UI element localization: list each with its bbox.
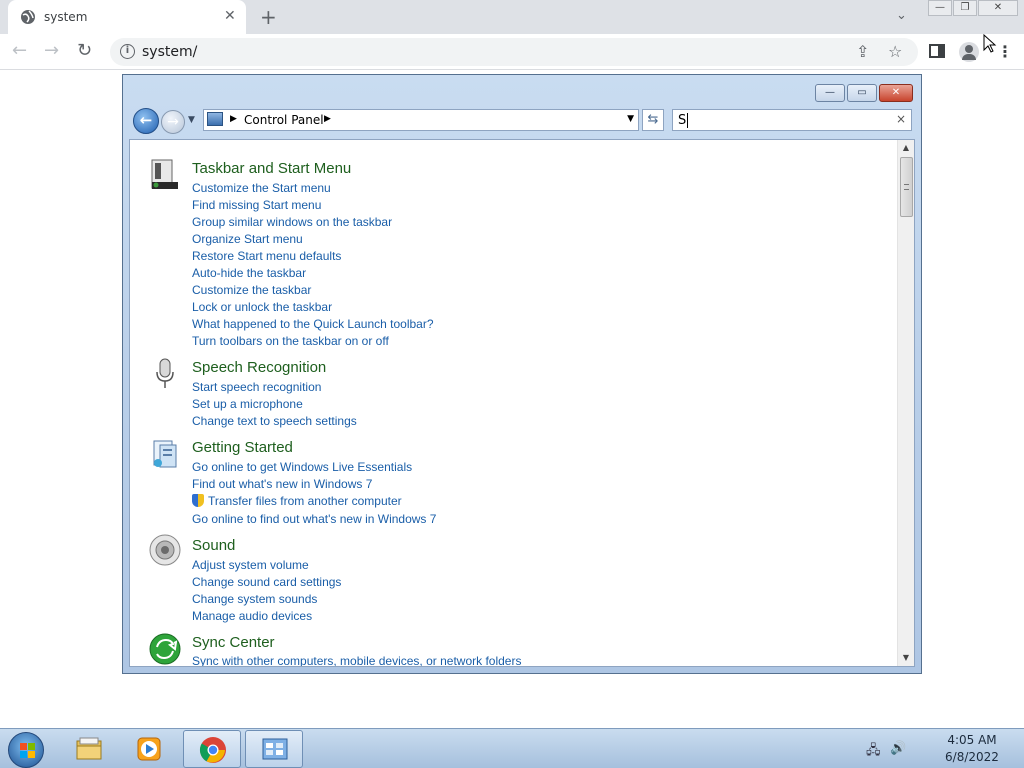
url-text: system/: [142, 44, 198, 60]
search-input-value: S: [678, 113, 687, 128]
search-clear-icon[interactable]: ×: [896, 112, 906, 126]
result-link[interactable]: Find missing Start menu: [192, 198, 321, 212]
breadcrumb-arrow-icon[interactable]: ▶: [230, 114, 237, 124]
more-menu-icon[interactable]: ⋮: [997, 42, 1013, 61]
result-link[interactable]: Change sound card settings: [192, 575, 341, 589]
network-icon[interactable]: 🖧: [866, 741, 881, 763]
window-minimize-button[interactable]: —: [928, 0, 952, 16]
control-panel-window: — ▭ ✕ ← → ▼ ▶ Control Panel ▶ ▼ ⇆ S × Ta…: [122, 74, 922, 674]
group-title[interactable]: Sound: [192, 537, 235, 554]
start-button[interactable]: [8, 732, 44, 768]
control-panel-icon: [262, 738, 288, 760]
group-title[interactable]: Speech Recognition: [192, 359, 326, 376]
result-link[interactable]: Manage audio devices: [192, 609, 312, 623]
tab-title: system: [44, 10, 88, 24]
globe-icon: [21, 10, 35, 24]
result-link-uac[interactable]: Transfer files from another computer: [192, 494, 402, 508]
sync-icon: [149, 633, 181, 665]
share-icon[interactable]: ⇪: [856, 42, 869, 61]
microphone-icon: [156, 358, 174, 388]
cp-close-button[interactable]: ✕: [879, 84, 913, 102]
result-link[interactable]: Set up a microphone: [192, 397, 303, 411]
group-title[interactable]: Getting Started: [192, 439, 293, 456]
result-link[interactable]: Start speech recognition: [192, 380, 321, 394]
control-panel-search-input[interactable]: S ×: [672, 109, 912, 131]
reload-icon[interactable]: ↻: [77, 40, 92, 61]
result-link[interactable]: Lock or unlock the taskbar: [192, 300, 332, 314]
cp-minimize-button[interactable]: —: [815, 84, 845, 102]
result-link[interactable]: Auto-hide the taskbar: [192, 266, 306, 280]
media-player-icon: [137, 737, 161, 761]
result-link[interactable]: Group similar windows on the taskbar: [192, 215, 392, 229]
clock-time[interactable]: 4:05 AM: [940, 733, 1004, 747]
result-link[interactable]: Restore Start menu defaults: [192, 249, 341, 263]
getting-started-icon: [153, 440, 177, 468]
taskbar-explorer-button[interactable]: [60, 730, 118, 768]
new-tab-button[interactable]: +: [260, 5, 277, 29]
breadcrumb-control-panel[interactable]: Control Panel: [244, 113, 324, 127]
browser-tab[interactable]: system ✕: [8, 0, 246, 34]
chrome-icon: [199, 737, 226, 763]
forward-arrow-icon[interactable]: →: [44, 40, 59, 61]
address-dropdown-icon[interactable]: ▼: [627, 114, 634, 124]
taskbar-icon: [151, 159, 178, 189]
result-link[interactable]: Turn toolbars on the taskbar on or off: [192, 334, 389, 348]
result-link[interactable]: Find out what's new in Windows 7: [192, 477, 372, 491]
result-link[interactable]: Adjust system volume: [192, 558, 309, 572]
result-link[interactable]: Change text to speech settings: [192, 414, 357, 428]
tab-close-icon[interactable]: ✕: [224, 8, 236, 24]
explorer-folder-icon: [76, 737, 102, 760]
explorer-back-button[interactable]: ←: [133, 108, 159, 134]
result-link[interactable]: Go online to get Windows Live Essentials: [192, 460, 412, 474]
back-arrow-icon[interactable]: ←: [12, 40, 27, 61]
group-title[interactable]: Taskbar and Start Menu: [192, 160, 351, 177]
result-link[interactable]: Organize Start menu: [192, 232, 303, 246]
clock-date[interactable]: 6/8/2022: [940, 750, 1004, 764]
tab-search-chevron-icon[interactable]: ⌄: [896, 8, 907, 23]
result-link[interactable]: What happened to the Quick Launch toolba…: [192, 317, 434, 331]
browser-toolbar: ← → ↻ i system/ ⇪ ☆ ⋮: [0, 34, 1024, 70]
address-bar[interactable]: i system/ ⇪ ☆: [110, 38, 918, 66]
group-title[interactable]: Sync Center: [192, 634, 275, 651]
results-scrollbar[interactable]: ▲ ▼: [897, 140, 914, 666]
speaker-icon: [149, 534, 181, 566]
taskbar-chrome-button[interactable]: [183, 730, 241, 768]
breadcrumb-arrow-icon[interactable]: ▶: [324, 114, 331, 124]
result-link[interactable]: Sync with other computers, mobile device…: [192, 654, 521, 666]
explorer-refresh-button[interactable]: ⇆: [642, 109, 664, 131]
uac-shield-icon: [192, 494, 204, 507]
cp-maximize-button[interactable]: ▭: [847, 84, 877, 102]
mouse-cursor-icon: [983, 34, 997, 53]
scroll-up-arrow-icon[interactable]: ▲: [898, 140, 914, 156]
explorer-forward-button[interactable]: →: [161, 110, 185, 134]
profile-avatar-icon[interactable]: [959, 42, 979, 62]
text-caret: [687, 113, 688, 128]
windows-taskbar: 🖧 🔊 4:05 AM 6/8/2022: [0, 728, 1024, 768]
explorer-address-bar[interactable]: ▶ Control Panel ▶ ▼: [203, 109, 639, 131]
explorer-navigation-bar: ← → ▼ ▶ Control Panel ▶ ▼ ⇆ S ×: [131, 107, 915, 135]
result-link-text: Transfer files from another computer: [208, 494, 402, 508]
site-info-icon[interactable]: i: [120, 44, 135, 59]
taskbar-control-panel-button[interactable]: [245, 730, 303, 768]
result-link[interactable]: Customize the Start menu: [192, 181, 331, 195]
recent-pages-dropdown-icon[interactable]: ▼: [188, 115, 195, 125]
result-link[interactable]: Change system sounds: [192, 592, 317, 606]
result-link[interactable]: Customize the taskbar: [192, 283, 311, 297]
volume-icon[interactable]: 🔊: [890, 741, 906, 756]
window-close-button[interactable]: ✕: [978, 0, 1018, 16]
window-caption-buttons: — ▭ ✕: [813, 84, 913, 102]
control-panel-icon: [207, 112, 223, 126]
bookmark-star-icon[interactable]: ☆: [888, 42, 902, 61]
scrollbar-thumb[interactable]: [900, 157, 913, 217]
scroll-down-arrow-icon[interactable]: ▼: [898, 650, 914, 666]
window-restore-button[interactable]: ❐: [953, 0, 977, 16]
taskbar-media-player-button[interactable]: [120, 730, 178, 768]
side-panel-icon[interactable]: [929, 44, 945, 58]
result-link[interactable]: Go online to find out what's new in Wind…: [192, 512, 436, 526]
search-results-pane: Taskbar and Start Menu Customize the Sta…: [129, 139, 915, 667]
tab-strip: system ✕ + ⌄ — ❐ ✕: [0, 0, 1024, 34]
scroll-grip-icon: [904, 184, 909, 190]
